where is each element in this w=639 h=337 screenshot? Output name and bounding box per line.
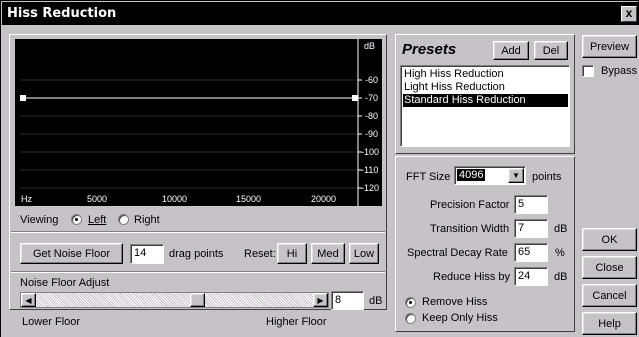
spectral-decay-label: Spectral Decay Rate xyxy=(407,247,508,259)
preset-item[interactable]: High Hiss Reduction xyxy=(404,68,504,80)
reduce-hiss-input[interactable]: 24 xyxy=(514,267,548,286)
precision-factor-label: Precision Factor xyxy=(430,199,510,211)
remove-hiss-radio[interactable] xyxy=(405,297,416,308)
fft-size-value: 4096 xyxy=(457,169,486,181)
close-button[interactable]: Close xyxy=(582,256,637,279)
hiss-reduction-dialog: Hiss Reduction x dB -60 -70 -80 -90 -100… xyxy=(0,0,639,337)
dialog-body: dB -60 -70 -80 -90 -100 -110 -120 Hz 500… xyxy=(1,25,639,337)
y-tick-label: -60 xyxy=(365,75,379,85)
fft-size-unit: points xyxy=(532,171,562,183)
y-tick-label: -100 xyxy=(361,147,380,157)
scrollbar-thumb[interactable] xyxy=(190,293,205,307)
x-tick-label: 20000 xyxy=(311,194,337,204)
x-tick-label: 10000 xyxy=(162,194,188,204)
higher-floor-label: Higher Floor xyxy=(266,316,327,328)
help-button[interactable]: Help xyxy=(582,312,637,335)
reset-med-button[interactable]: Med xyxy=(311,243,345,264)
keep-only-hiss-label[interactable]: Keep Only Hiss xyxy=(422,312,498,324)
close-icon[interactable]: x xyxy=(621,6,637,22)
y-tick-label: -90 xyxy=(365,129,379,139)
reduce-hiss-label: Reduce Hiss by xyxy=(433,271,511,283)
graph-svg xyxy=(20,39,362,206)
x-tick-label: 5000 xyxy=(87,194,108,204)
drag-points-input[interactable]: 14 xyxy=(130,244,164,264)
x-axis-unit: Hz xyxy=(21,194,32,204)
reduce-hiss-unit: dB xyxy=(554,271,568,283)
curve-handle-left[interactable] xyxy=(20,95,26,101)
y-axis-unit: dB xyxy=(364,41,376,51)
viewing-left-label[interactable]: Left xyxy=(88,214,106,226)
presets-list[interactable]: High Hiss Reduction Light Hiss Reduction… xyxy=(400,65,570,147)
precision-factor-input[interactable]: 5 xyxy=(514,195,548,214)
fft-size-select[interactable]: 4096 ▼ xyxy=(454,166,526,185)
window-title: Hiss Reduction xyxy=(7,6,117,21)
preset-item-selected[interactable]: Standard Hiss Reduction xyxy=(403,94,568,107)
scroll-right-button[interactable]: ▶ xyxy=(313,293,328,307)
graph-grid xyxy=(20,79,358,189)
curve-handle-right[interactable] xyxy=(352,95,358,101)
keep-only-hiss-radio[interactable] xyxy=(405,313,416,324)
noise-floor-adjust-label: Noise Floor Adjust xyxy=(20,277,110,289)
transition-width-input[interactable]: 7 xyxy=(514,219,548,238)
bypass-checkbox[interactable] xyxy=(582,65,594,77)
presets-title: Presets xyxy=(402,41,457,58)
viewing-right-label[interactable]: Right xyxy=(134,214,160,226)
title-bar: Hiss Reduction x xyxy=(2,2,639,25)
get-noise-floor-button[interactable]: Get Noise Floor xyxy=(20,243,123,264)
ok-button[interactable]: OK xyxy=(582,228,637,251)
scroll-left-button[interactable]: ◀ xyxy=(21,293,36,307)
y-tick-label: -120 xyxy=(361,183,380,193)
y-tick-label: -110 xyxy=(361,165,379,175)
divider xyxy=(11,271,385,273)
y-tick-label: -80 xyxy=(365,111,379,121)
spectral-decay-unit: % xyxy=(555,247,565,259)
fft-size-label: FFT Size xyxy=(406,171,451,183)
noise-floor-graph[interactable]: dB -60 -70 -80 -90 -100 -110 -120 Hz 500… xyxy=(15,39,382,206)
preset-del-button[interactable]: Del xyxy=(534,41,568,60)
noise-floor-scrollbar[interactable]: ◀ ▶ xyxy=(20,292,329,308)
viewing-right-radio[interactable] xyxy=(118,214,129,225)
noise-floor-adjust-unit: dB xyxy=(369,295,383,307)
remove-hiss-label[interactable]: Remove Hiss xyxy=(422,296,487,308)
transition-width-label: Transition Width xyxy=(430,223,510,235)
drag-points-label: drag points xyxy=(169,248,224,260)
reset-label: Reset: xyxy=(244,248,276,260)
transition-width-unit: dB xyxy=(554,223,568,235)
preset-item[interactable]: Light Hiss Reduction xyxy=(404,81,505,93)
preset-add-button[interactable]: Add xyxy=(493,41,529,60)
divider xyxy=(11,231,385,233)
preset-item-selected-label: Standard Hiss Reduction xyxy=(404,94,526,106)
viewing-label: Viewing xyxy=(20,214,59,226)
spectral-decay-input[interactable]: 65 xyxy=(514,243,548,262)
cancel-button[interactable]: Cancel xyxy=(582,284,637,307)
lower-floor-label: Lower Floor xyxy=(22,316,81,328)
noise-floor-adjust-input[interactable]: 8 xyxy=(331,291,364,310)
x-tick-label: 15000 xyxy=(236,194,262,204)
viewing-left-radio[interactable] xyxy=(71,214,82,225)
reset-low-button[interactable]: Low xyxy=(349,243,379,264)
preview-button[interactable]: Preview xyxy=(582,35,637,58)
bypass-label[interactable]: Bypass xyxy=(601,65,637,77)
reset-hi-button[interactable]: Hi xyxy=(277,243,307,264)
chevron-down-icon[interactable]: ▼ xyxy=(508,168,524,183)
y-tick-label: -70 xyxy=(365,93,379,103)
